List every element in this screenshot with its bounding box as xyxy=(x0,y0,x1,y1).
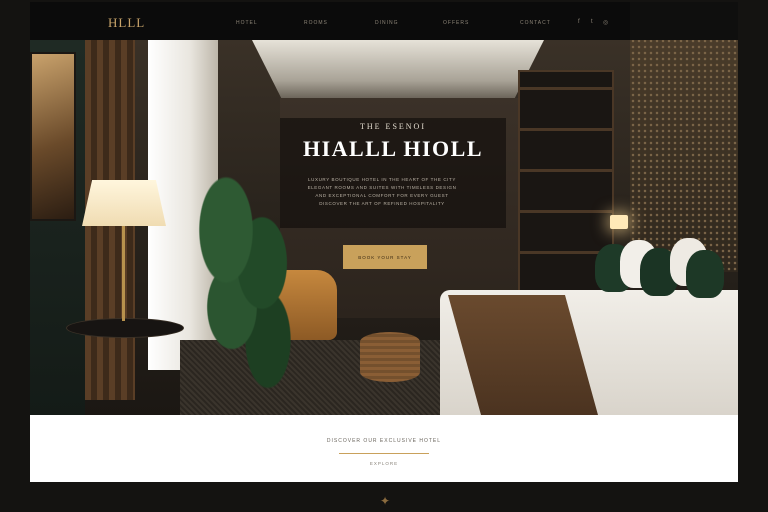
nav-item-offers[interactable]: OFFERS xyxy=(443,20,469,26)
ottoman xyxy=(360,332,420,382)
side-table xyxy=(66,318,184,338)
footer-tagline: DISCOVER OUR EXCLUSIVE HOTEL xyxy=(326,438,442,444)
nav-item-contact[interactable]: CONTACT xyxy=(520,20,551,26)
nav-item-rooms[interactable]: ROOMS xyxy=(304,20,328,26)
hero-text-line: AND EXCEPTIONAL COMFORT FOR EVERY GUEST xyxy=(315,193,449,198)
hero-text-line: LUXURY BOUTIQUE HOTEL IN THE HEART OF TH… xyxy=(308,177,456,182)
hero-image: THE ESENOI HIALLL HIOLL LUXURY BOUTIQUE … xyxy=(30,40,738,415)
site-logo[interactable]: HLLL xyxy=(108,15,145,31)
footer-link[interactable]: EXPLORE xyxy=(30,461,738,466)
hero-text-line: DISCOVER THE ART OF REFINED HOSPITALITY xyxy=(319,201,445,206)
floor-lamp-shade xyxy=(82,180,166,226)
floor-lamp-stand xyxy=(122,226,125,321)
nav-item-hotel[interactable]: HOTEL xyxy=(236,20,258,26)
twitter-icon[interactable]: t xyxy=(591,19,593,25)
header-bar: HLLL HOTEL ROOMS DINING OFFERS CONTACT f… xyxy=(30,2,630,41)
book-now-button[interactable]: BOOK YOUR STAY xyxy=(343,245,427,269)
pillow xyxy=(686,250,724,298)
hero-text-line: ELEGANT ROOMS AND SUITES WITH TIMELESS D… xyxy=(307,185,457,190)
hero-eyebrow: THE ESENOI xyxy=(360,122,426,131)
bottom-logo-icon: ✦ xyxy=(379,494,391,508)
ceiling xyxy=(252,40,544,98)
footer-divider xyxy=(339,453,429,454)
hero-description: LUXURY BOUTIQUE HOTEL IN THE HEART OF TH… xyxy=(270,176,494,208)
bedside-lamp xyxy=(610,215,628,229)
hero-text-overlay xyxy=(280,118,506,228)
hero-title: HIALLL HIOLL xyxy=(302,136,483,161)
wall-painting xyxy=(30,52,76,221)
footer-section: DISCOVER OUR EXCLUSIVE HOTEL EXPLORE xyxy=(30,415,738,482)
website-frame: HLLL HOTEL ROOMS DINING OFFERS CONTACT f… xyxy=(30,2,738,482)
nav-item-dining[interactable]: DINING xyxy=(375,20,399,26)
instagram-icon[interactable]: ◎ xyxy=(603,19,608,26)
facebook-icon[interactable]: f xyxy=(578,19,580,25)
